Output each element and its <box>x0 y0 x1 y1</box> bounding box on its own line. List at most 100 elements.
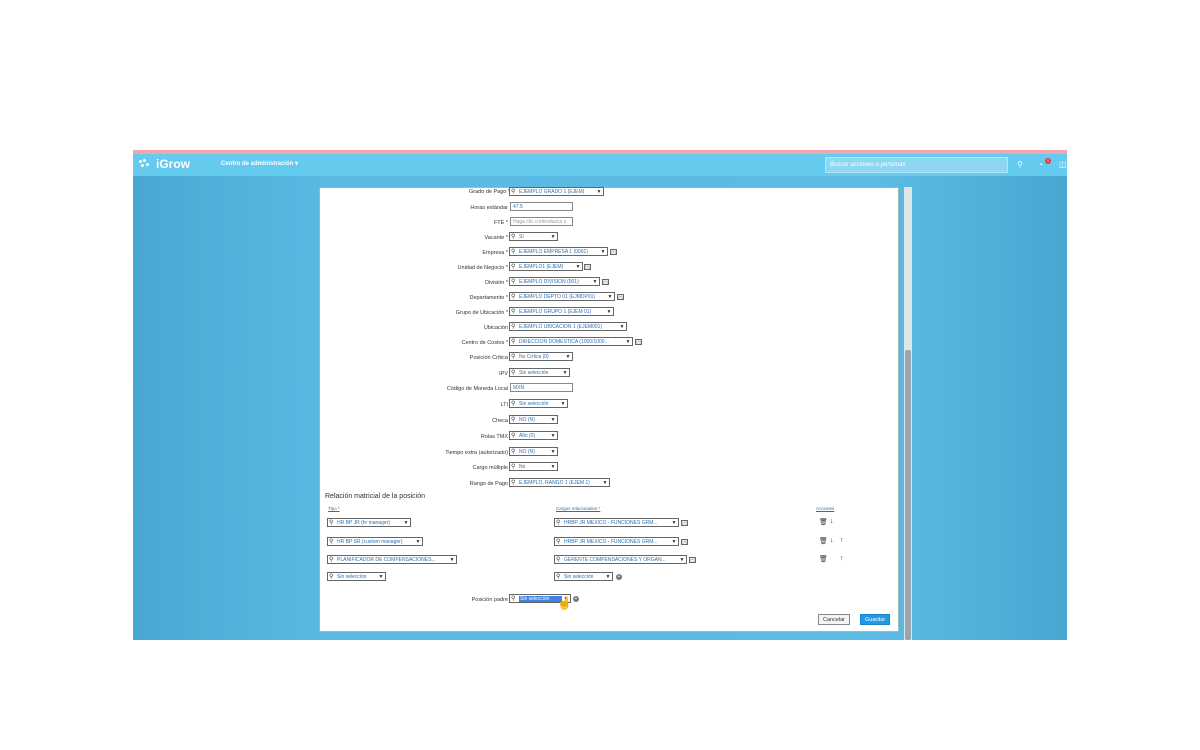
select-cargo-row-1[interactable]: ⚲ HRBP JR MEXICO - FUNCIONES GRM... ▼ <box>554 518 679 527</box>
expand-icon[interactable]: [+] <box>635 339 642 345</box>
select-ubicacion[interactable]: ⚲ EJEMPLO UBICACION 1 (EJEM001) ▼ <box>509 322 627 331</box>
logo[interactable]: iGrow <box>139 157 190 171</box>
select-posicion-critica[interactable]: ⚲ No Crítica (0) ▼ <box>509 352 573 361</box>
chevron-down-icon: ▼ <box>550 432 556 439</box>
cancel-button[interactable]: Cancelar <box>818 614 851 625</box>
select-tipo-row-1[interactable]: ⚲ HR BP JR (hr manager) ▼ <box>327 518 411 527</box>
search-icon: ⚲ <box>511 234 516 240</box>
arrow-up-icon[interactable]: ↑ <box>840 537 844 544</box>
search-icon: ⚲ <box>511 464 516 470</box>
select-ipv[interactable]: ⚲ Sin selección ▼ <box>509 368 570 377</box>
expand-icon[interactable]: [+] <box>610 249 617 255</box>
label-checa: Checa <box>492 418 508 424</box>
select-tipo-row-3[interactable]: ⚲ PLANIFICADOR DE COMPENSACIONES... ▼ <box>327 555 457 564</box>
plus-circle-icon[interactable]: + <box>616 574 622 580</box>
codigo-moneda-field[interactable]: MXN <box>510 383 573 392</box>
select-grupo-ubicacion[interactable]: ⚲ EJEMPLO GRUPO 1 (EJEM 01) ▼ <box>509 307 614 316</box>
select-checa[interactable]: ⚲ NO (N) ▼ <box>509 415 558 424</box>
search-icon: ⚲ <box>511 279 516 285</box>
select-rango-pago[interactable]: ⚲ EJEMPLO, RANGO 1 (EJEM 1) ▼ <box>509 478 610 487</box>
matrix-section-title: Relación matricial de la posición <box>325 493 425 500</box>
trash-icon[interactable]: 🗑 <box>819 518 828 526</box>
label-grupo-ubicacion: Grupo de Ubicación * <box>455 310 508 316</box>
select-division[interactable]: ⚲ EJEMPLO DIVISION (001) ▼ <box>509 277 600 286</box>
arrow-down-icon[interactable]: ↓ <box>830 518 834 525</box>
select-tipo-row-4[interactable]: ⚲ Sin selección ▼ <box>327 572 386 581</box>
select-cargo-row-2[interactable]: ⚲ HRBP JR MEXICO - FUNCIONES GRM... ▼ <box>554 537 679 546</box>
arrow-down-icon[interactable]: ↓ <box>830 537 834 544</box>
horas-estandar-field[interactable]: 47.5 <box>510 202 573 211</box>
global-search-input[interactable]: Buscar acciones o personas <box>825 157 1008 173</box>
arrow-up-icon[interactable]: ↑ <box>840 555 844 562</box>
select-tiempo-extra[interactable]: ⚲ NO (N) ▼ <box>509 447 558 456</box>
trash-icon[interactable]: 🗑 <box>819 555 828 563</box>
select-rolas-tmx[interactable]: ⚲ Alto (0) ▼ <box>509 431 558 440</box>
search-icon: ⚲ <box>511 189 516 195</box>
chevron-down-icon: ▼ <box>592 278 598 285</box>
search-icon: ⚲ <box>511 401 516 407</box>
chevron-down-icon: ▼ <box>671 538 677 545</box>
select-lti[interactable]: ⚲ Sin selección ▼ <box>509 399 568 408</box>
chevron-down-icon: ▼ <box>671 519 677 526</box>
select-tipo-row-2[interactable]: ⚲ HR BP SR (custom manager) ▼ <box>327 537 423 546</box>
label-grado-pago: Grado de Pago * <box>469 189 510 195</box>
chevron-down-icon: ▼ <box>378 573 384 580</box>
chevron-down-icon: ▼ <box>550 233 556 240</box>
select-cargo-multiple[interactable]: ⚲ No ▼ <box>509 462 558 471</box>
search-icon: ⚲ <box>556 539 561 545</box>
plus-circle-icon[interactable]: + <box>573 596 579 602</box>
chevron-down-icon: ▼ <box>449 556 455 563</box>
expand-icon[interactable]: [+] <box>602 279 609 285</box>
trash-icon[interactable]: 🗑 <box>819 537 828 545</box>
label-ubicacion: Ubicación <box>483 325 508 331</box>
select-centro-costos[interactable]: ⚲ DIRECCION DOMESTICA (1000/1000... ▼ <box>509 337 633 346</box>
save-button[interactable]: Guardar <box>860 614 891 625</box>
chevron-down-icon: ▼ <box>606 308 612 315</box>
select-departamento[interactable]: ⚲ EJEMPLO DEPTO 01 (EJMDP01) ▼ <box>509 292 615 301</box>
chevron-down-icon: ▼ <box>550 463 556 470</box>
search-icon: ⚲ <box>329 539 334 545</box>
user-menu-icon[interactable]: ◫ <box>1059 160 1067 169</box>
label-tiempo-extra: Tiempo extra (autorizado) <box>445 450 508 456</box>
hand-cursor-icon: ☝ <box>557 596 572 610</box>
label-vacante: Vacante * <box>484 235 508 241</box>
search-icon: ⚲ <box>511 596 516 602</box>
top-bar: iGrow Centro de administración ▾ Buscar … <box>133 154 1067 176</box>
search-icon: ⚲ <box>511 370 516 376</box>
search-icon: ⚲ <box>329 520 334 526</box>
search-icon: ⚲ <box>511 324 516 330</box>
select-empresa[interactable]: ⚲ EJEMPLO EMPRESA 1 (0001) ▼ <box>509 247 608 256</box>
chevron-down-icon: ▼ <box>560 400 566 407</box>
chevron-down-icon: ▼ <box>625 338 631 345</box>
search-icon: ⚲ <box>329 557 334 563</box>
select-cargo-row-3[interactable]: ⚲ GERENTE COMPENSACIONES Y ORGAN... ▼ <box>554 555 687 564</box>
bell-icon[interactable]: ◔ <box>1038 160 1043 169</box>
label-centro-costos: Centro de Costos * <box>461 340 508 346</box>
expand-icon[interactable]: [+] <box>689 557 696 563</box>
scrollbar-thumb[interactable] <box>905 350 911 640</box>
fte-field[interactable]: Haga clic o introduzca u <box>510 217 573 226</box>
label-empresa: Empresa * <box>482 250 508 256</box>
expand-icon[interactable]: [+] <box>617 294 624 300</box>
chevron-down-icon: ▼ <box>550 416 556 423</box>
chevron-down-icon: ▼ <box>679 556 685 563</box>
chevron-down-icon: ▼ <box>415 538 421 545</box>
search-icon[interactable]: ⚲ <box>1017 160 1023 169</box>
chevron-down-icon: ▾ <box>295 161 299 167</box>
select-vacante[interactable]: ⚲ Sí ▼ <box>509 232 558 241</box>
select-cargo-row-4[interactable]: ⚲ Sin selección ▼ <box>554 572 613 581</box>
admin-center-menu[interactable]: Centro de administración ▾ <box>221 160 298 167</box>
expand-icon[interactable]: [+] <box>681 539 688 545</box>
column-tipo: Tipo * <box>328 506 340 511</box>
search-icon: ⚲ <box>511 294 516 300</box>
label-codigo-moneda: Código de Moneda Local <box>446 386 508 392</box>
expand-icon[interactable]: [+] <box>681 520 688 526</box>
select-unidad-negocio[interactable]: ⚲ EJEMPLO1 (EJEM) ▼ <box>509 262 583 271</box>
chevron-down-icon: ▼ <box>600 248 606 255</box>
expand-icon[interactable]: [+] <box>584 264 591 270</box>
select-grado-pago[interactable]: ⚲ EJEMPLO GRADO 1 (EJEM) ▼ <box>509 187 604 196</box>
chevron-down-icon: ▼ <box>596 188 602 195</box>
search-icon: ⚲ <box>556 557 561 563</box>
label-fte: FTE * <box>493 220 508 226</box>
label-division: División * <box>485 280 508 286</box>
